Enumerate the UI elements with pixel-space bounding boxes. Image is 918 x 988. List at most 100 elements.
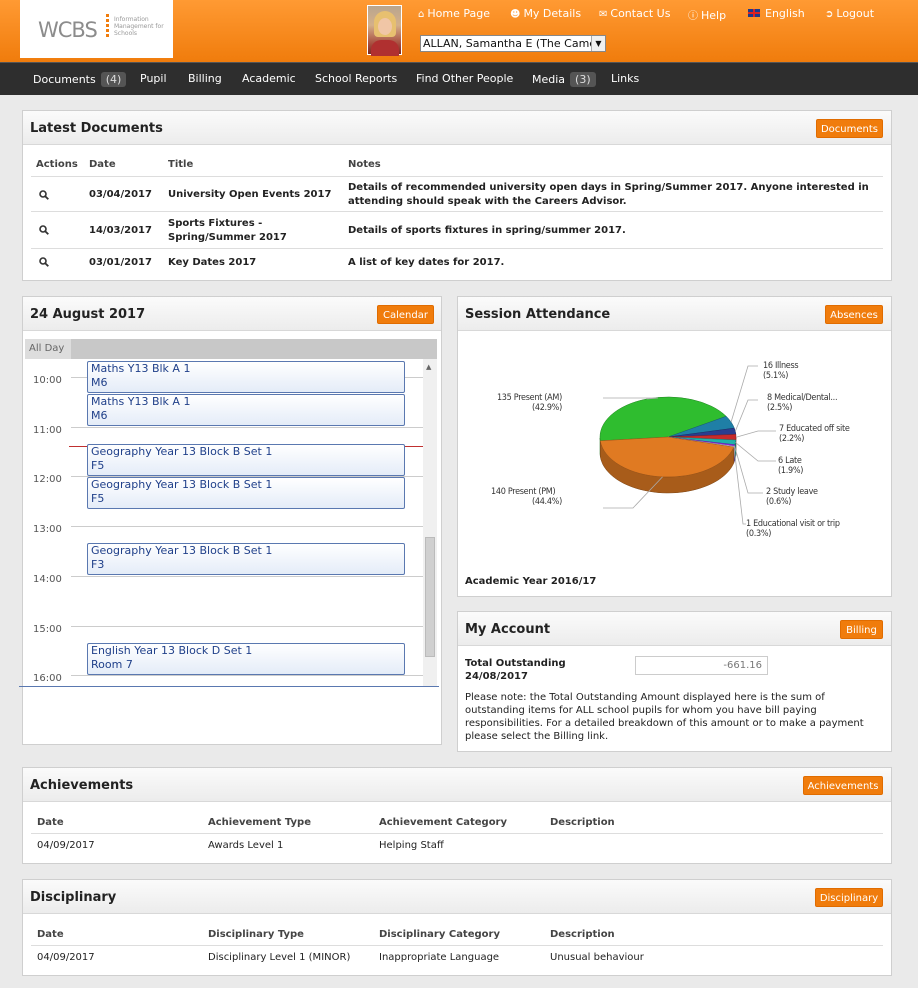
pie-label-late: 6 Late (1.9%) xyxy=(778,456,804,476)
search-icon[interactable] xyxy=(39,257,49,267)
nav-media[interactable]: Media (3) xyxy=(532,72,596,87)
col-date: Date xyxy=(89,159,116,170)
help-icon: ⓘ xyxy=(688,11,698,22)
achievements-title: Achievements xyxy=(30,778,134,793)
achievement-date: 04/09/2017 xyxy=(37,840,95,851)
hour-label: 16:00 xyxy=(33,673,62,684)
attendance-title: Session Attendance xyxy=(465,307,611,322)
disciplinary-date: 04/09/2017 xyxy=(37,952,95,963)
documents-count-badge: (4) xyxy=(100,72,127,87)
user-icon: ☻ xyxy=(510,9,521,20)
doc-notes: A list of key dates for 2017. xyxy=(348,257,505,268)
col-achievement-type: Achievement Type xyxy=(208,817,311,828)
attendance-panel: Session Attendance Absences 135 Present … xyxy=(457,296,892,597)
logo-subtitle: Information Management for Schools xyxy=(114,16,164,37)
doc-date: 03/01/2017 xyxy=(89,257,152,268)
disciplinary-type: Disciplinary Level 1 (MINOR) xyxy=(208,952,351,963)
calendar-header: 24 August 2017 Calendar xyxy=(23,297,441,331)
pie-leader-line xyxy=(735,430,776,438)
achievement-type: Awards Level 1 xyxy=(208,840,284,851)
scroll-up-icon[interactable]: ▲ xyxy=(426,363,431,371)
hour-label: 12:00 xyxy=(33,474,62,485)
calendar-button[interactable]: Calendar xyxy=(377,305,434,324)
hour-label: 15:00 xyxy=(33,624,62,635)
calendar-event[interactable]: Maths Y13 Blk A 1 M6 xyxy=(87,394,405,426)
calendar-event[interactable]: Maths Y13 Blk A 1 M6 xyxy=(87,361,405,393)
col-disciplinary-category: Disciplinary Category xyxy=(379,929,500,940)
absences-button[interactable]: Absences xyxy=(825,305,883,324)
col-achievement-category: Achievement Category xyxy=(379,817,508,828)
logo[interactable]: WCBS Information Management for Schools xyxy=(20,0,173,58)
pie-label-study-leave: 2 Study leave (0.6%) xyxy=(766,487,818,507)
logo-text: WCBS xyxy=(38,18,98,42)
col-notes: Notes xyxy=(348,159,381,170)
nav-school-reports[interactable]: School Reports xyxy=(315,72,397,85)
achievements-button[interactable]: Achievements xyxy=(803,776,883,795)
total-outstanding-field: -661.16 xyxy=(635,656,768,675)
disciplinary-category: Inappropriate Language xyxy=(379,952,500,963)
achievements-panel: Achievements Achievements Date Achieveme… xyxy=(22,767,892,864)
doc-title-link[interactable]: University Open Events 2017 xyxy=(168,188,343,202)
hour-label: 11:00 xyxy=(33,425,62,436)
hour-label: 14:00 xyxy=(33,574,62,585)
achievements-header: Achievements Achievements xyxy=(23,768,891,802)
billing-button[interactable]: Billing xyxy=(840,620,883,639)
attendance-header: Session Attendance Absences xyxy=(458,297,891,331)
total-outstanding-date: 24/08/2017 xyxy=(465,671,528,682)
user-select[interactable]: ALLAN, Samantha E (The Camelo ▼ xyxy=(420,35,606,52)
academic-year-label: Academic Year 2016/17 xyxy=(465,576,597,587)
achievement-category: Helping Staff xyxy=(379,840,444,851)
disciplinary-button[interactable]: Disciplinary xyxy=(815,888,883,907)
home-link[interactable]: ⌂ Home Page xyxy=(418,7,490,20)
latest-documents-title: Latest Documents xyxy=(30,121,163,136)
day-view[interactable]: All Day 10:00 11:00 12:00 13:00 14:00 15… xyxy=(25,339,437,687)
nav-documents[interactable]: Documents (4) xyxy=(33,72,127,87)
disciplinary-panel: Disciplinary Disciplinary Date Disciplin… xyxy=(22,879,892,976)
nav-links[interactable]: Links xyxy=(611,72,639,85)
contact-link[interactable]: ✉ Contact Us xyxy=(599,7,670,20)
nav-find-people[interactable]: Find Other People xyxy=(416,72,513,85)
calendar-scrollbar[interactable]: ▲ xyxy=(423,359,437,687)
latest-documents-panel: Latest Documents Documents Actions Date … xyxy=(22,110,892,281)
doc-date: 03/04/2017 xyxy=(89,189,152,200)
pie-label-medical: 8 Medical/Dental... (2.5%) xyxy=(767,393,838,413)
col-date: Date xyxy=(37,817,64,828)
disciplinary-description: Unusual behaviour xyxy=(550,952,644,963)
pie-label-illness: 16 Illness (5.1%) xyxy=(763,361,799,381)
pie-label-present-am: 135 Present (AM) (42.9%) xyxy=(496,393,562,413)
nav-billing[interactable]: Billing xyxy=(188,72,222,85)
col-title: Title xyxy=(168,159,194,170)
my-details-link[interactable]: ☻ My Details xyxy=(510,7,581,20)
col-description: Description xyxy=(550,929,615,940)
disciplinary-header: Disciplinary Disciplinary xyxy=(23,880,891,914)
account-panel: My Account Billing Total Outstanding 24/… xyxy=(457,611,892,752)
col-actions: Actions xyxy=(36,159,78,170)
home-icon: ⌂ xyxy=(418,9,425,20)
nav-academic[interactable]: Academic xyxy=(242,72,296,85)
all-day-row: All Day xyxy=(25,339,437,359)
calendar-event[interactable]: English Year 13 Block D Set 1 Room 7 xyxy=(87,643,405,675)
account-header: My Account Billing xyxy=(458,612,891,646)
logout-link[interactable]: ➲ Logout xyxy=(825,7,874,20)
pie-leader-line xyxy=(730,365,758,423)
doc-title-link[interactable]: Key Dates 2017 xyxy=(168,256,343,270)
calendar-panel: 24 August 2017 Calendar All Day 10:00 11… xyxy=(19,296,442,745)
calendar-event[interactable]: Geography Year 13 Block B Set 1 F5 xyxy=(87,444,405,476)
account-note: Please note: the Total Outstanding Amoun… xyxy=(465,692,864,742)
latest-documents-header: Latest Documents Documents xyxy=(23,111,891,145)
calendar-date-title: 24 August 2017 xyxy=(30,307,146,322)
search-icon[interactable] xyxy=(39,225,49,235)
doc-title-link[interactable]: Sports Fixtures - Spring/Summer 2017 xyxy=(168,217,303,245)
calendar-event[interactable]: Geography Year 13 Block B Set 1 F5 xyxy=(87,477,405,509)
calendar-event[interactable]: Geography Year 13 Block B Set 1 F3 xyxy=(87,543,405,575)
col-disciplinary-type: Disciplinary Type xyxy=(208,929,304,940)
nav-pupil[interactable]: Pupil xyxy=(140,72,167,85)
search-icon[interactable] xyxy=(39,190,49,200)
language-link[interactable]: English xyxy=(748,7,805,20)
doc-notes: Details of recommended university open d… xyxy=(348,182,869,207)
avatar xyxy=(367,5,402,56)
help-link[interactable]: ⓘ Help xyxy=(688,7,726,22)
documents-button[interactable]: Documents xyxy=(816,119,883,138)
scroll-thumb[interactable] xyxy=(425,537,435,657)
pie-leader-line xyxy=(603,397,659,400)
